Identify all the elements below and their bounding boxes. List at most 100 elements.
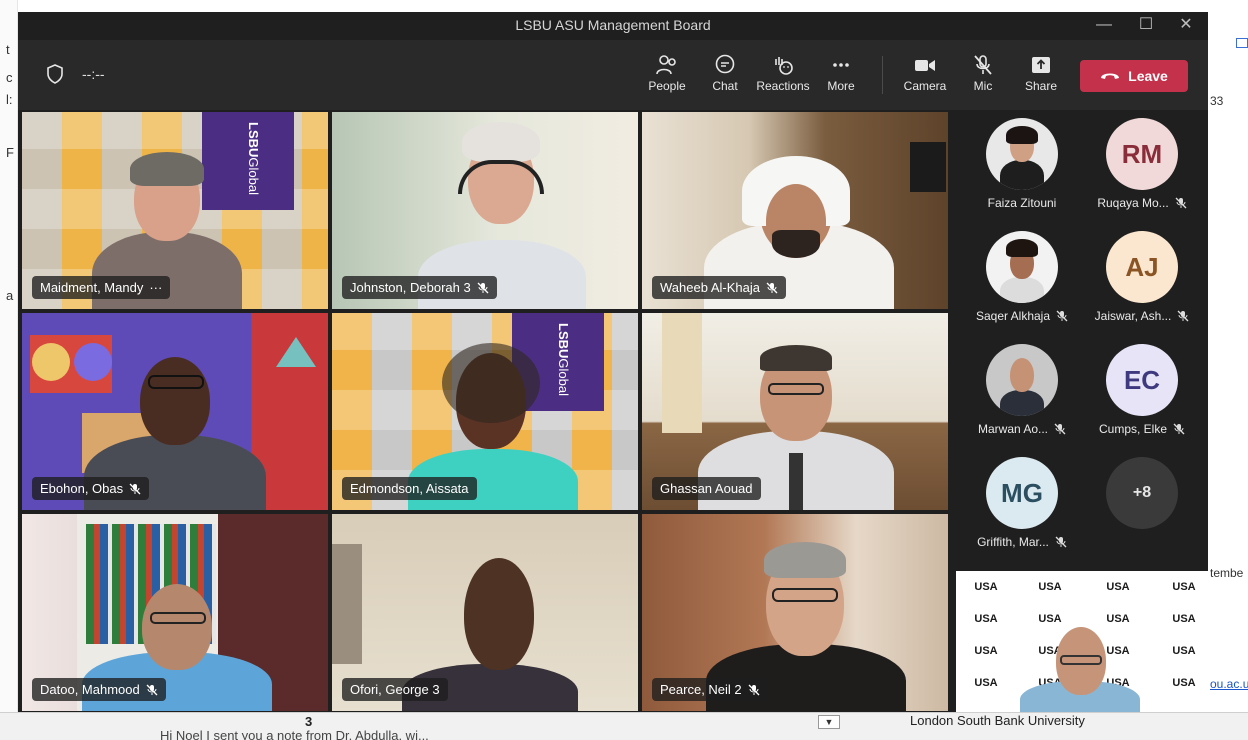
participant-name: Ebohon, Obas [40,481,124,496]
minimize-button[interactable]: — [1088,14,1120,36]
roster-participant[interactable]: EC Cumps, Elke [1082,336,1202,448]
roster-name: Griffith, Mar... [977,535,1049,549]
background-document-left: t c l: F a [0,0,18,740]
asu-logo: USA [974,581,998,593]
camera-icon [915,60,935,71]
asu-logo: USA [1172,581,1196,593]
person-hair [764,542,846,578]
roster-name-row: Jaiswar, Ash... [1082,309,1202,323]
maximize-button[interactable]: ☐ [1130,14,1162,36]
brand-global: Global [556,358,571,396]
avatar-body [1000,390,1044,416]
asu-logo: USA [1038,613,1062,625]
avatar [986,344,1058,416]
roster-name: Cumps, Elke [1098,422,1168,436]
participant-name: Maidment, Mandy [40,280,144,295]
roster-participant[interactable]: Faiza Zitouni [962,110,1082,222]
bg-text: c [6,70,13,85]
video-tile[interactable]: Ofori, George 3 [332,514,638,711]
glasses-icon [148,375,204,389]
participant-name: Johnston, Deborah 3 [350,280,471,295]
mail-icon [1236,38,1248,48]
people-label: People [648,79,686,93]
mic-label: Mic [973,79,993,93]
toolbar-divider [882,56,883,94]
video-tile[interactable]: Waheeb Al-Khaja [642,112,948,309]
share-button[interactable]: Share [1010,50,1072,102]
video-tile[interactable]: Ghassan Aouad [642,313,948,510]
roster-name: Faiza Zitouni [987,196,1057,210]
chat-label: Chat [712,79,738,93]
asu-logo: USA [1172,645,1196,657]
participant-name: Waheeb Al-Khaja [660,280,760,295]
reactions-button[interactable]: Reactions [752,50,814,102]
avatar: MG [986,457,1058,529]
bg-text: F [6,145,14,160]
avatar-body [1000,277,1044,303]
more-icon [833,63,849,67]
asu-logo: USA [974,613,998,625]
avatar-head [1010,358,1034,392]
chat-button[interactable]: Chat [694,50,756,102]
mic-button[interactable]: Mic [952,50,1014,102]
brand-lsbu-global: LSBUGlobal [246,122,261,195]
video-tile[interactable]: Ebohon, Obas [22,313,328,510]
asu-logo: USA [1172,613,1196,625]
participant-name-tag: Ghassan Aouad [652,477,761,500]
avatar: EC [1106,344,1178,416]
more-label: More [827,79,855,93]
asu-logo: USA [974,645,998,657]
camera-label: Camera [903,79,947,93]
decor-circle [74,343,112,381]
dropdown-arrow[interactable]: ▼ [818,715,840,729]
roster-participant[interactable]: Saqer Alkhaja [962,223,1082,335]
camera-button[interactable]: Camera [894,50,956,102]
person-hair [130,152,204,186]
video-tile[interactable]: Johnston, Deborah 3 [332,112,638,309]
avatar: RM [1106,118,1178,190]
video-tile[interactable]: Datoo, Mahmood [22,514,328,711]
people-button[interactable]: People [636,50,698,102]
glasses-icon [1060,655,1102,665]
mic-off-icon [1177,310,1189,322]
roster-name-row: Cumps, Elke [1082,422,1202,436]
participant-name: Ghassan Aouad [660,481,753,496]
more-button[interactable]: More [810,50,872,102]
roster-participant[interactable]: AJ Jaiswar, Ash... [1082,223,1202,335]
glasses-icon [150,612,206,624]
brand-lsbu: LSBU [246,122,261,158]
leave-label: Leave [1128,68,1168,84]
bg-text: t [6,42,10,57]
reactions-icon [775,57,793,75]
video-tile[interactable]: Pearce, Neil 2 [642,514,948,711]
mic-off-icon [477,282,489,293]
roster-participant[interactable]: RM Ruqaya Mo... [1082,110,1202,222]
glasses-icon [768,383,824,395]
mic-off-icon [1175,197,1187,209]
mic-off-icon [974,55,992,75]
more-options-icon[interactable]: ··· [149,280,162,295]
roster-participant[interactable]: MG Griffith, Mar... [962,449,1082,561]
avatar [986,118,1058,190]
teams-meeting-window: LSBU ASU Management Board — ☐ ✕ --:-- Pe… [18,12,1208,712]
roster-name-row: Griffith, Mar... [962,535,1082,549]
mic-off-icon [748,684,760,695]
participant-name-tag: Pearce, Neil 2 [652,678,768,701]
bg-link[interactable]: ou.ac.u [1210,677,1248,691]
person-head [140,357,210,445]
mic-off-icon [1056,310,1068,322]
roster-more-participants[interactable]: +8 [1082,449,1202,561]
meeting-timer: --:-- [82,66,105,82]
roster-name-row: Marwan Ao... [962,422,1082,436]
people-icon [656,55,676,75]
close-button[interactable]: ✕ [1170,14,1202,36]
participant-name-tag: Ofori, George 3 [342,678,448,701]
chat-icon [715,54,735,74]
video-tile[interactable]: LSBUGlobal Edmondson, Aissata [332,313,638,510]
roster-participant[interactable]: Marwan Ao... [962,336,1082,448]
roster-name-row: Faiza Zitouni [962,196,1082,210]
share-label: Share [1024,79,1058,93]
leave-button[interactable]: Leave [1080,60,1188,92]
email-snippet: Hi Noel I sent you a note from Dr. Abdul… [160,728,429,740]
video-tile[interactable]: LSBUGlobal Maidment, Mandy ··· [22,112,328,309]
